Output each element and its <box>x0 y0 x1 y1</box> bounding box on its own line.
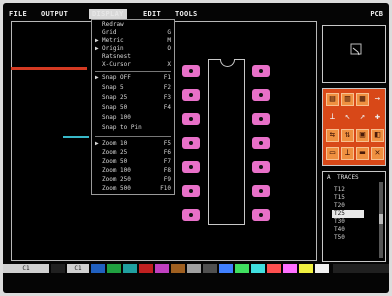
layer-cell[interactable] <box>107 264 121 273</box>
layer-cell[interactable] <box>219 264 233 273</box>
pad[interactable] <box>182 89 200 101</box>
close-tool-icon[interactable]: ✕ <box>371 147 384 160</box>
menu-item-zoom-250[interactable]: Zoom 250 F9 <box>92 176 174 184</box>
pad[interactable] <box>252 137 270 149</box>
menu-separator <box>95 136 171 137</box>
layer-cell[interactable] <box>283 264 297 273</box>
trace-item[interactable]: T15 <box>332 194 364 202</box>
layer-cell[interactable] <box>299 264 313 273</box>
menu-separator <box>95 71 171 72</box>
layer-cell[interactable] <box>267 264 281 273</box>
layer-cell[interactable] <box>155 264 169 273</box>
menu-edit[interactable]: EDIT <box>143 9 161 19</box>
pad[interactable] <box>252 161 270 173</box>
via-tool-icon[interactable]: ▦ <box>356 93 369 106</box>
route-tool-icon[interactable]: ⊥ <box>326 111 339 124</box>
menu-item-snap-50[interactable]: Snap 50 F4 <box>92 104 174 112</box>
menu-item-snap-100[interactable]: Snap 100 <box>92 114 174 122</box>
trace-item[interactable]: T20 <box>332 202 364 210</box>
traces-marker: A <box>327 174 331 181</box>
menu-tools[interactable]: TOOLS <box>175 9 198 19</box>
move-tool-icon[interactable]: ✚ <box>371 111 384 124</box>
menu-item-origin[interactable]: ▶ Origin O <box>92 45 174 53</box>
pad[interactable] <box>252 185 270 197</box>
trace-item[interactable]: T40 <box>332 226 364 234</box>
pad[interactable] <box>182 185 200 197</box>
pad[interactable] <box>182 137 200 149</box>
crt-screen: FILE OUTPUT DISPLAY EDIT TOOLS PCB Redra… <box>3 3 389 293</box>
menu-item-metric[interactable]: ▶ Metric M <box>92 37 174 45</box>
arrow-tool-icon[interactable]: → <box>371 93 384 106</box>
tool-palette: ▤ ▥ ▦ → ⊥ ↖ ↗ ✚ ⇆ ⇅ ▣ ◧ ▭ ⊥ ▬ ✕ <box>322 88 386 166</box>
pad[interactable] <box>252 89 270 101</box>
menu-item-grid[interactable]: Grid G <box>92 29 174 37</box>
traces-panel: A TRACES T12 T15 T20 T25 T30 T40 T50 <box>322 171 386 262</box>
pad[interactable] <box>252 209 270 221</box>
trace-item[interactable]: T50 <box>332 234 364 242</box>
display-dropdown-menu: Redraw Grid G ▶ Metric M ▶ Origin O Ratsnest … <box>91 19 175 195</box>
delete-tool-icon[interactable]: ▭ <box>326 147 339 160</box>
ground-tool-icon[interactable]: ⊥ <box>341 147 354 160</box>
pcb-label: PCB <box>370 10 383 18</box>
menu-item-zoom-100[interactable]: Zoom 100 F8 <box>92 167 174 175</box>
layer-cell[interactable] <box>251 264 265 273</box>
pad[interactable] <box>182 113 200 125</box>
flip-tool-icon[interactable]: ⇅ <box>341 129 354 142</box>
menu-output[interactable]: OUTPUT <box>41 9 68 19</box>
menu-file[interactable]: FILE <box>9 9 27 19</box>
pad[interactable] <box>252 113 270 125</box>
cursor-marker <box>63 136 89 138</box>
layer-cell[interactable] <box>123 264 137 273</box>
menu-item-snap-5[interactable]: Snap 5 F2 <box>92 84 174 92</box>
trace-item-selected[interactable]: T25 <box>332 210 364 218</box>
menu-item-redraw[interactable]: Redraw <box>92 21 174 29</box>
traces-scroll-thumb[interactable] <box>379 214 383 224</box>
layer-cell[interactable] <box>203 264 217 273</box>
trace-item[interactable]: T30 <box>332 218 364 226</box>
menu-bar: FILE OUTPUT DISPLAY EDIT TOOLS PCB <box>3 9 389 19</box>
measure-tool-icon[interactable]: ▬ <box>356 147 369 160</box>
ic-notch <box>220 59 235 67</box>
rotate-tool-icon[interactable]: ⇆ <box>326 129 339 142</box>
menu-item-zoom-10[interactable]: ▶ Zoom 10 F5 <box>92 140 174 148</box>
pad[interactable] <box>182 209 200 221</box>
pad[interactable] <box>182 161 200 173</box>
minimap-view <box>350 43 362 56</box>
layer-cell[interactable] <box>187 264 201 273</box>
status-info <box>333 264 389 273</box>
component-tool-icon[interactable]: ▤ <box>326 93 339 106</box>
menu-item-zoom-25[interactable]: Zoom 25 F6 <box>92 149 174 157</box>
pad[interactable] <box>252 65 270 77</box>
menu-item-zoom-500[interactable]: Zoom 500 F10 <box>92 185 174 193</box>
text-tool-icon[interactable]: ↗ <box>356 111 369 124</box>
menu-display[interactable]: DISPLAY <box>89 9 127 19</box>
layer-cell[interactable] <box>315 264 329 273</box>
traces-title: TRACES <box>337 174 359 181</box>
layer-cell[interactable] <box>51 264 65 273</box>
layer-cell[interactable] <box>91 264 105 273</box>
menu-item-snap-25[interactable]: Snap 25 F3 <box>92 94 174 102</box>
trace-segment[interactable] <box>11 67 87 70</box>
select-tool-icon[interactable]: ↖ <box>341 111 354 124</box>
layer-cell[interactable] <box>139 264 153 273</box>
menu-item-snap-off[interactable]: ▶ Snap OFF F1 <box>92 74 174 82</box>
pad-tool-icon[interactable]: ▥ <box>341 93 354 106</box>
copy-tool-icon[interactable]: ▣ <box>356 129 369 142</box>
pad[interactable] <box>182 65 200 77</box>
overview-minimap[interactable] <box>322 25 386 83</box>
trace-item[interactable]: T12 <box>332 186 364 194</box>
menu-item-ratsnest[interactable]: Ratsnest <box>92 53 174 61</box>
layer-cell[interactable] <box>171 264 185 273</box>
layer-cell-c1[interactable]: C1 <box>3 264 49 273</box>
layer-cell[interactable] <box>235 264 249 273</box>
ic-outline[interactable] <box>208 59 245 225</box>
mirror-tool-icon[interactable]: ◧ <box>371 129 384 142</box>
menu-item-snap-to-pin[interactable]: Snap to Pin <box>92 124 174 132</box>
layer-cell-c1-alt[interactable]: C1 <box>67 264 89 273</box>
menu-item-zoom-50[interactable]: Zoom 50 F7 <box>92 158 174 166</box>
layer-status-bar: C1 C1 <box>3 264 389 274</box>
menu-item-x-cursor[interactable]: X-Cursor X <box>92 61 174 69</box>
